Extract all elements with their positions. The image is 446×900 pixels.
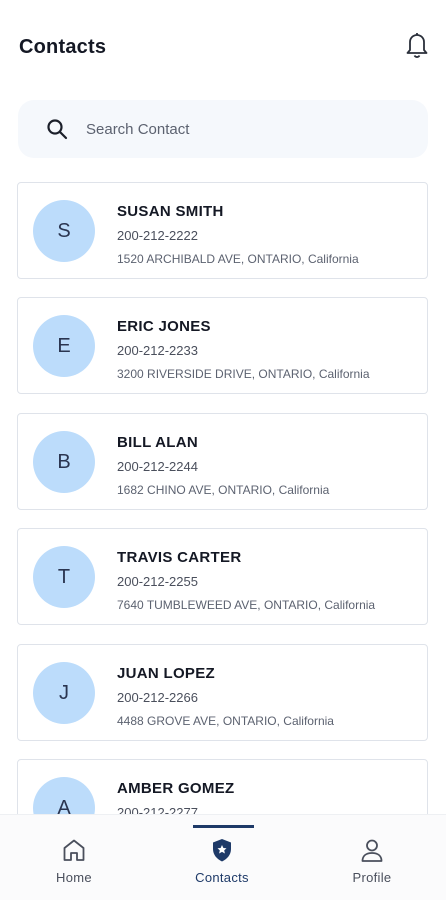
contact-phone: 200-212-2266: [117, 690, 198, 705]
avatar-initial: E: [57, 335, 71, 357]
search-icon: [45, 117, 69, 141]
contact-name: BILL ALAN: [117, 434, 199, 451]
avatar: B: [33, 431, 95, 493]
avatar-initial: S: [57, 220, 71, 242]
bottom-tab-bar: Home Contacts Profile: [0, 814, 446, 900]
contact-address: 7640 TUMBLEWEED AVE, ONTARIO, California: [117, 598, 376, 612]
contact-address: 4488 GROVE AVE, ONTARIO, California: [117, 714, 334, 728]
tab-label: Contacts: [195, 870, 249, 885]
contact-card[interactable]: S SUSAN SMITH 200-212-2222 1520 ARCHIBAL…: [17, 182, 428, 279]
contact-name: JUAN LOPEZ: [117, 665, 216, 682]
avatar-initial: T: [57, 566, 71, 588]
contact-address: 1520 ARCHIBALD AVE, ONTARIO, California: [117, 252, 359, 266]
contact-address: 3200 RIVERSIDE DRIVE, ONTARIO, Californi…: [117, 367, 370, 381]
contact-name: TRAVIS CARTER: [117, 549, 242, 566]
avatar-initial: J: [59, 682, 69, 704]
contact-phone: 200-212-2244: [117, 459, 198, 474]
contact-name: AMBER GOMEZ: [117, 780, 235, 797]
home-icon: [61, 837, 87, 863]
contact-card[interactable]: J JUAN LOPEZ 200-212-2266 4488 GROVE AVE…: [17, 644, 428, 741]
app-header: Contacts: [0, 0, 446, 90]
contact-phone: 200-212-2233: [117, 343, 198, 358]
search-input[interactable]: [86, 114, 406, 144]
avatar: J: [33, 662, 95, 724]
tab-profile[interactable]: Profile: [298, 815, 446, 900]
tab-label: Profile: [352, 870, 392, 885]
contact-name: ERIC JONES: [117, 318, 211, 335]
bell-icon[interactable]: [403, 30, 431, 60]
page-title: Contacts: [19, 36, 107, 58]
contact-phone: 200-212-2277: [117, 805, 198, 814]
contact-phone: 200-212-2255: [117, 574, 198, 589]
contact-card[interactable]: A AMBER GOMEZ 200-212-2277: [17, 759, 428, 814]
avatar-initial: B: [57, 451, 71, 473]
tab-contacts[interactable]: Contacts: [148, 815, 296, 900]
contact-address: 1682 CHINO AVE, ONTARIO, California: [117, 483, 330, 497]
user-icon: [359, 837, 385, 863]
tab-label: Home: [56, 870, 92, 885]
avatar: S: [33, 200, 95, 262]
search-bar: [18, 100, 428, 158]
contact-card[interactable]: E ERIC JONES 200-212-2233 3200 RIVERSIDE…: [17, 297, 428, 394]
avatar: E: [33, 315, 95, 377]
tab-home[interactable]: Home: [0, 815, 148, 900]
shield-icon: [209, 837, 235, 863]
avatar: T: [33, 546, 95, 608]
avatar-initial: A: [57, 797, 71, 814]
contact-card[interactable]: B BILL ALAN 200-212-2244 1682 CHINO AVE,…: [17, 413, 428, 510]
contact-card[interactable]: T TRAVIS CARTER 200-212-2255 7640 TUMBLE…: [17, 528, 428, 625]
contact-name: SUSAN SMITH: [117, 203, 224, 220]
contact-phone: 200-212-2222: [117, 228, 198, 243]
contact-list[interactable]: S SUSAN SMITH 200-212-2222 1520 ARCHIBAL…: [0, 182, 446, 814]
avatar: A: [33, 777, 95, 814]
